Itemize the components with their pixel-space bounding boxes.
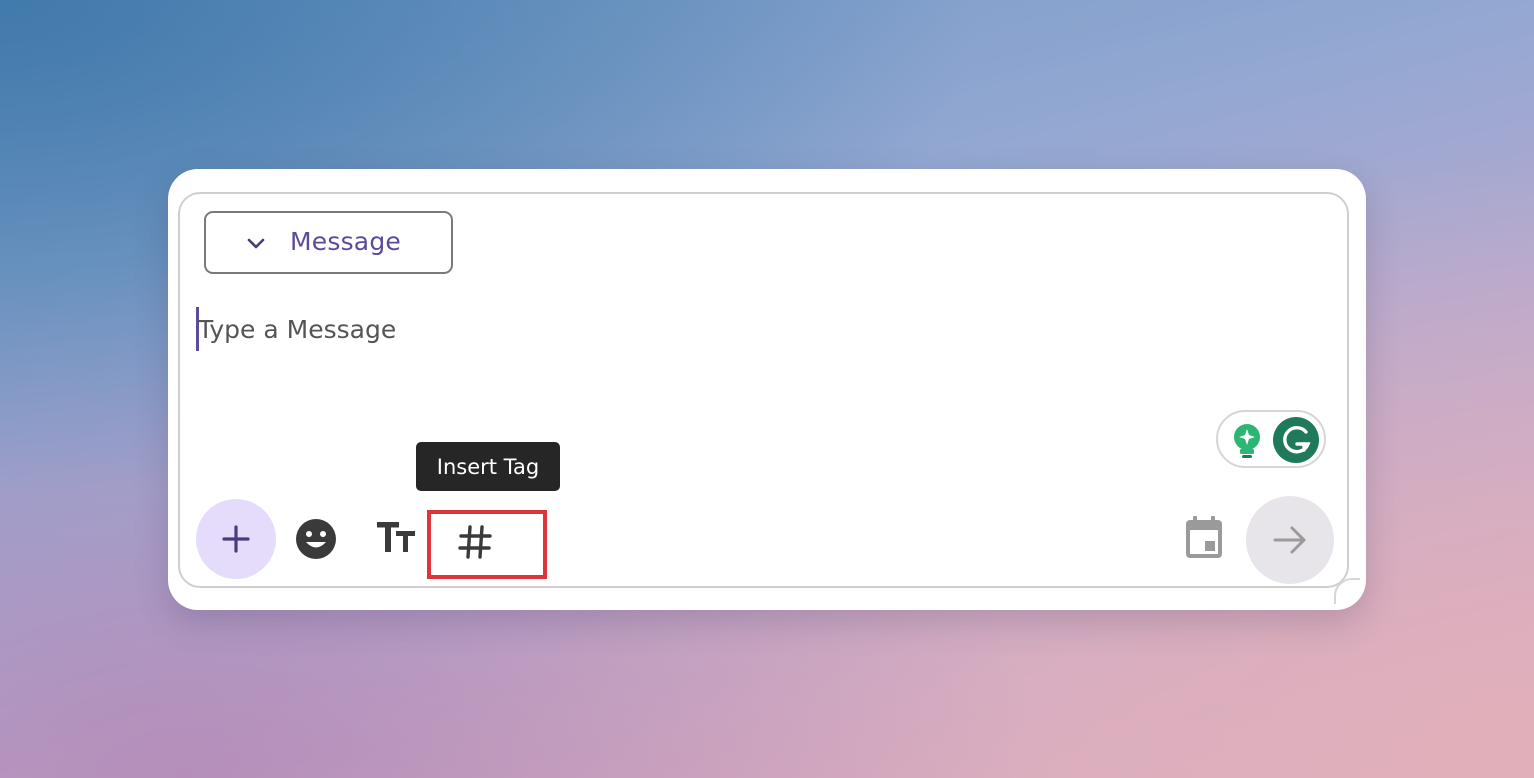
plus-icon: [222, 525, 250, 553]
message-input[interactable]: [198, 306, 1198, 352]
calendar-icon[interactable]: [1184, 516, 1224, 560]
grammarly-widget[interactable]: [1216, 410, 1326, 468]
chevron-down-icon: [247, 238, 265, 249]
add-attachment-button[interactable]: [196, 499, 276, 579]
composer-panel: Message Insert Tag: [178, 192, 1349, 588]
message-type-dropdown[interactable]: Message: [204, 211, 453, 274]
hashtag-icon[interactable]: [457, 524, 493, 560]
text-format-icon[interactable]: [376, 521, 416, 553]
message-composer-card: Message Insert Tag: [168, 169, 1366, 610]
lightbulb-icon[interactable]: [1231, 423, 1263, 459]
message-type-label: Message: [290, 227, 401, 256]
send-button[interactable]: [1246, 496, 1334, 584]
emoji-icon[interactable]: [296, 519, 336, 559]
grammarly-g-icon[interactable]: [1273, 417, 1319, 463]
arrow-right-icon: [1273, 526, 1306, 554]
insert-tag-tooltip: Insert Tag: [416, 442, 560, 491]
